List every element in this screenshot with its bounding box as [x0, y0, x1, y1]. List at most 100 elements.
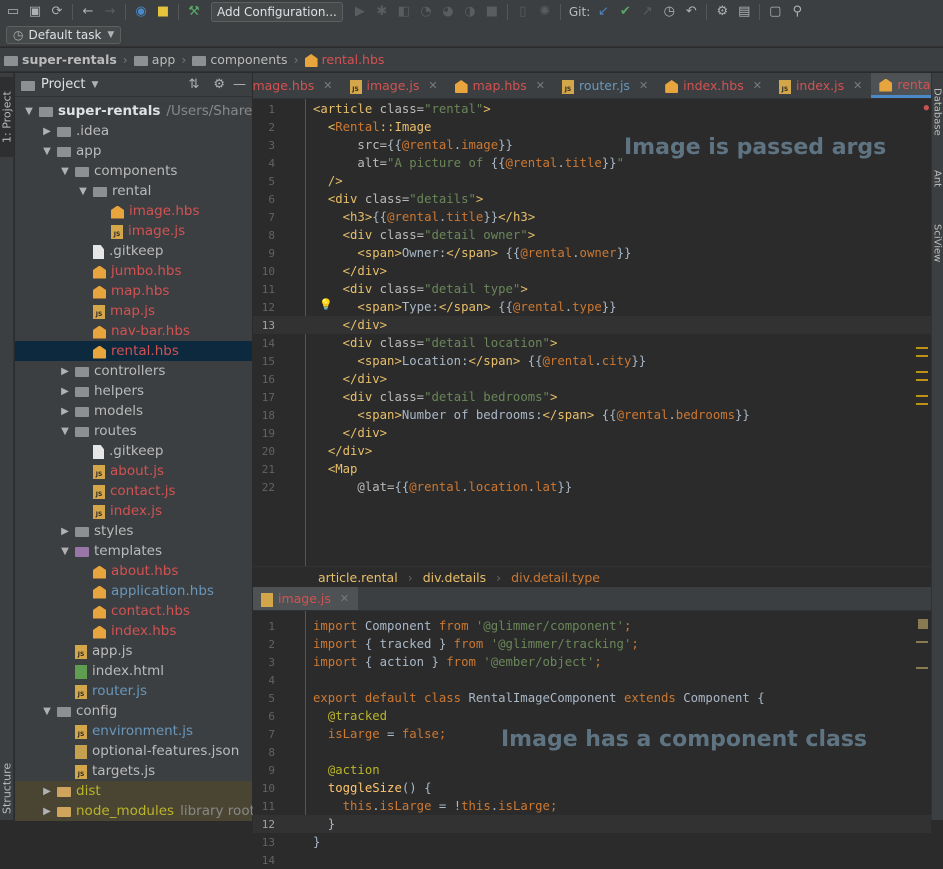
sync-icon[interactable]: ⟳: [46, 2, 68, 22]
collapsed-arrow-icon[interactable]: ▶: [41, 126, 53, 137]
close-icon[interactable]: ✕: [753, 79, 762, 92]
code-line[interactable]: 16 </div>: [253, 370, 931, 388]
code-line[interactable]: 14 <div class="detail location">: [253, 334, 931, 352]
code-line[interactable]: 6 <div class="details">: [253, 190, 931, 208]
tab-rental-hbs[interactable]: rental.hbs✕: [871, 73, 931, 98]
tree-item[interactable]: contact.hbs: [15, 601, 252, 621]
collapsed-arrow-icon[interactable]: ▶: [41, 786, 53, 797]
code-line[interactable]: 17 <div class="detail bedrooms">: [253, 388, 931, 406]
tree-item[interactable]: index.hbs: [15, 621, 252, 641]
code-line[interactable]: 5 />: [253, 172, 931, 190]
code-line[interactable]: 2 import { tracked } from '@glimmer/track…: [253, 635, 931, 653]
tree-item[interactable]: about.hbs: [15, 561, 252, 581]
code-line[interactable]: 9 <span>Owner:</span> {{@rental.owner}}: [253, 244, 931, 262]
code-line[interactable]: 12 <span>Type:</span> {{@rental.type}}: [253, 298, 931, 316]
code-line[interactable]: 15 <span>Location:</span> {{@rental.city…: [253, 352, 931, 370]
terminal-icon[interactable]: ▢: [764, 2, 786, 22]
collapsed-arrow-icon[interactable]: ▶: [41, 806, 53, 817]
code-line[interactable]: 18 <span>Number of bedrooms:</span> {{@r…: [253, 406, 931, 424]
tree-item[interactable]: index.html: [15, 661, 252, 681]
scrollbar-marker[interactable]: [916, 355, 928, 357]
project-structure-icon[interactable]: ▤: [733, 2, 755, 22]
tree-item[interactable]: JS contact.js: [15, 481, 252, 501]
ant-tool-tab[interactable]: Ant: [931, 159, 943, 199]
code-line[interactable]: 4: [253, 671, 931, 689]
code-line[interactable]: 20 </div>: [253, 442, 931, 460]
expanded-arrow-icon[interactable]: ▼: [41, 706, 53, 717]
run-icon[interactable]: ▶: [349, 2, 371, 22]
expanded-arrow-icon[interactable]: ▼: [59, 166, 71, 177]
tree-item[interactable]: JS targets.js: [15, 761, 252, 781]
code-line[interactable]: 1 <article class="rental">: [253, 100, 931, 118]
vcs-icon[interactable]: ◉: [130, 2, 152, 22]
tree-item[interactable]: JS app.js: [15, 641, 252, 661]
code-line[interactable]: 12 }: [253, 815, 931, 833]
tree-item[interactable]: ▶ models: [15, 401, 252, 421]
code-line[interactable]: 8 <div class="detail owner">: [253, 226, 931, 244]
collapsed-arrow-icon[interactable]: ▶: [59, 406, 71, 417]
scrollbar-marker[interactable]: [916, 641, 928, 643]
expanded-arrow-icon[interactable]: ▼: [77, 186, 89, 197]
scrollbar-marker[interactable]: [916, 395, 928, 397]
minimize-icon[interactable]: —: [233, 77, 246, 92]
git-commit-icon[interactable]: ✔: [614, 2, 636, 22]
build-hammer-icon[interactable]: ⚒: [183, 2, 205, 22]
project-panel-title[interactable]: Project: [41, 77, 85, 92]
code-line[interactable]: 22 @lat={{@rental.location.lat}}: [253, 478, 931, 496]
code-line[interactable]: 9 @action: [253, 761, 931, 779]
breadcrumb-item-app[interactable]: app: [133, 52, 175, 67]
tree-item[interactable]: JS image.js: [15, 221, 252, 241]
search-icon[interactable]: ⚲: [786, 2, 808, 22]
open-folder-icon[interactable]: ▭: [2, 2, 24, 22]
scrollbar-marker[interactable]: [916, 403, 928, 405]
git-push-icon[interactable]: ↗: [636, 2, 658, 22]
expanded-arrow-icon[interactable]: ▼: [41, 146, 53, 157]
scrollbar-marker[interactable]: [916, 667, 928, 669]
tree-item[interactable]: nav-bar.hbs: [15, 321, 252, 341]
project-tool-tab[interactable]: 1: Project: [0, 77, 14, 157]
code-line[interactable]: 21 <Map: [253, 460, 931, 478]
code-line[interactable]: 14: [253, 851, 931, 869]
tree-item[interactable]: jumbo.hbs: [15, 261, 252, 281]
scrollbar-marker[interactable]: [918, 619, 928, 629]
tree-item[interactable]: map.hbs: [15, 281, 252, 301]
tree-item[interactable]: rental.hbs: [15, 341, 252, 361]
tree-item[interactable]: ▶ node_modules library root: [15, 801, 255, 821]
tree-item[interactable]: ▼ config: [15, 701, 252, 721]
code-line[interactable]: 13}: [253, 833, 931, 851]
code-line[interactable]: 3 import { action } from '@ember/object';: [253, 653, 931, 671]
tree-item[interactable]: ▶ styles: [15, 521, 252, 541]
database-tool-tab[interactable]: Database: [931, 77, 943, 147]
tab-index-js[interactable]: JS index.js ✕: [771, 73, 871, 98]
coverage-icon[interactable]: ◧: [393, 2, 415, 22]
device-icon[interactable]: ▯: [512, 2, 534, 22]
tree-item[interactable]: ▼ routes: [15, 421, 252, 441]
close-icon[interactable]: ✕: [639, 79, 648, 92]
tree-item[interactable]: image.hbs: [15, 201, 252, 221]
add-configuration-button[interactable]: Add Configuration...: [211, 1, 343, 22]
code-line[interactable]: 6 @tracked: [253, 707, 931, 725]
expanded-arrow-icon[interactable]: ▼: [23, 106, 35, 117]
rollback-icon[interactable]: ↶: [680, 2, 702, 22]
forward-icon[interactable]: →: [99, 2, 121, 22]
expanded-arrow-icon[interactable]: ▼: [59, 426, 71, 437]
breadcrumb-item-file[interactable]: rental.hbs: [304, 52, 384, 67]
structure-tool-tab[interactable]: Structure: [0, 753, 14, 823]
bug-icon[interactable]: ✺: [534, 2, 556, 22]
scrollbar-marker[interactable]: [916, 379, 928, 381]
code-line[interactable]: 7 <h3>{{@rental.title}}</h3>: [253, 208, 931, 226]
code-line[interactable]: 1 import Component from '@glimmer/compone…: [253, 617, 931, 635]
tree-item[interactable]: optional-features.json: [15, 741, 252, 761]
tree-item[interactable]: ▼ super-rentals/Users/Shared/: [15, 101, 265, 121]
close-icon[interactable]: ✕: [853, 79, 862, 92]
tree-item[interactable]: application.hbs: [15, 581, 252, 601]
scrollbar-marker[interactable]: [916, 347, 928, 349]
collapsed-arrow-icon[interactable]: ▶: [59, 526, 71, 537]
collapsed-arrow-icon[interactable]: ▶: [59, 366, 71, 377]
tree-item[interactable]: ▶ helpers: [15, 381, 252, 401]
code-line[interactable]: 19 </div>: [253, 424, 931, 442]
code-line[interactable]: 2 <Rental::Image: [253, 118, 931, 136]
tree-item[interactable]: JS map.js: [15, 301, 252, 321]
tab-index-hbs[interactable]: index.hbs ✕: [657, 73, 771, 98]
task-selector[interactable]: ◷ Default task ▼: [6, 25, 122, 44]
